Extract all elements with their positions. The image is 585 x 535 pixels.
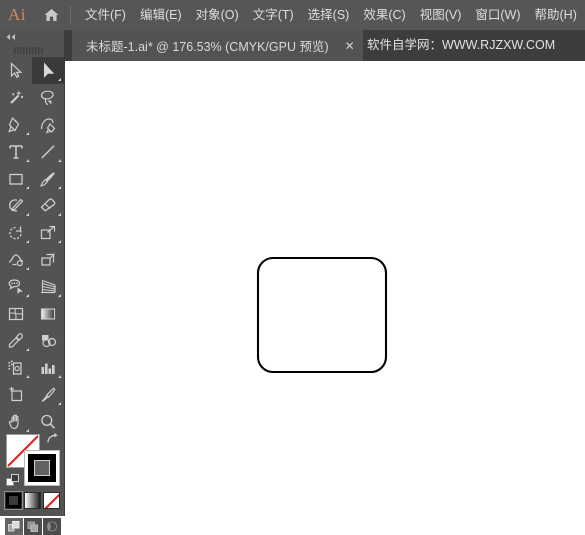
draw-normal-mode[interactable] [5, 518, 23, 535]
tool-flyout-indicator [58, 294, 61, 297]
menu-divider [70, 6, 71, 24]
menu-item-list: 文件(F) 编辑(E) 对象(O) 文字(T) 选择(S) 效果(C) 视图(V… [78, 0, 584, 30]
artboard-canvas[interactable] [65, 61, 585, 516]
tool-flyout-indicator [26, 159, 29, 162]
tool-flyout-indicator [26, 186, 29, 189]
direct-selection-tool[interactable] [32, 57, 64, 84]
tool-flyout-indicator [58, 213, 61, 216]
menu-object[interactable]: 对象(O) [189, 0, 246, 30]
perspective-grid-tool[interactable] [32, 273, 64, 300]
tool-flyout-indicator [26, 375, 29, 378]
tool-flyout-indicator [58, 240, 61, 243]
tool-flyout-indicator [58, 159, 61, 162]
curvature-tool[interactable] [32, 111, 64, 138]
color-controls [0, 402, 64, 535]
tool-flyout-indicator [58, 186, 61, 189]
shape-builder-tool[interactable] [0, 273, 32, 300]
menu-file[interactable]: 文件(F) [78, 0, 133, 30]
watermark-text: 软件自学网：WWW.RJZXW.COM [367, 38, 556, 52]
type-tool[interactable] [0, 138, 32, 165]
swap-fill-stroke-icon[interactable] [45, 432, 59, 451]
width-tool[interactable] [0, 246, 32, 273]
menu-type[interactable]: 文字(T) [246, 0, 301, 30]
draw-inside-mode[interactable] [43, 518, 61, 535]
home-icon[interactable] [34, 0, 68, 30]
tool-flyout-indicator [26, 267, 29, 270]
menu-window[interactable]: 窗口(W) [468, 0, 527, 30]
magic-wand-tool[interactable] [0, 84, 32, 111]
draw-behind-mode[interactable] [24, 518, 42, 535]
color-mode-none[interactable] [43, 492, 60, 509]
shaper-tool[interactable] [0, 192, 32, 219]
eraser-tool[interactable] [32, 192, 64, 219]
selection-tool[interactable] [0, 57, 32, 84]
tool-flyout-indicator [58, 78, 61, 81]
stroke-swatch[interactable] [24, 450, 60, 486]
stroke-swatch-ring [28, 454, 56, 482]
shopping-bag-drawing[interactable] [65, 61, 585, 516]
eyedropper-tool[interactable] [0, 327, 32, 354]
column-graph-tool[interactable] [32, 354, 64, 381]
lasso-tool[interactable] [32, 84, 64, 111]
tool-flyout-indicator [26, 294, 29, 297]
tool-flyout-indicator [26, 213, 29, 216]
illustrator-window: Ai 文件(F) 编辑(E) 对象(O) 文字(T) 选择(S) 效果(C) 视… [0, 0, 585, 535]
mesh-tool[interactable] [0, 300, 32, 327]
color-mode-row [4, 491, 60, 510]
menu-select[interactable]: 选择(S) [301, 0, 357, 30]
free-transform-tool[interactable] [32, 246, 64, 273]
menu-view[interactable]: 视图(V) [413, 0, 469, 30]
tool-flyout-indicator [26, 348, 29, 351]
tool-flyout-indicator [58, 375, 61, 378]
tool-flyout-indicator [26, 132, 29, 135]
gradient-tool[interactable] [32, 300, 64, 327]
default-fill-stroke-icon[interactable] [6, 474, 21, 494]
rectangle-tool[interactable] [0, 165, 32, 192]
rotate-tool[interactable] [0, 219, 32, 246]
pen-tool[interactable] [0, 111, 32, 138]
tools-panel [0, 30, 65, 535]
panel-drag-grip[interactable] [0, 44, 64, 56]
document-tab-bar: 未标题-1.ai* @ 176.53% (CMYK/GPU 预览) ✕ 软件自学… [0, 30, 585, 61]
document-tab-label: 未标题-1.ai* @ 176.53% (CMYK/GPU 预览) [86, 40, 329, 54]
draw-mode-row [5, 518, 61, 535]
tool-flyout-indicator [26, 240, 29, 243]
blend-tool[interactable] [32, 327, 64, 354]
live-paint-bucket-tool[interactable] [0, 354, 32, 381]
stroke-swatch-center [34, 460, 50, 476]
app-logo: Ai [8, 5, 26, 24]
menu-help[interactable]: 帮助(H) [528, 0, 584, 30]
document-tab[interactable]: 未标题-1.ai* @ 176.53% (CMYK/GPU 预览) ✕ [72, 30, 363, 61]
menu-effect[interactable]: 效果(C) [356, 0, 412, 30]
bag-body-rect [256, 256, 388, 374]
close-icon[interactable]: ✕ [337, 30, 363, 61]
line-segment-tool[interactable] [32, 138, 64, 165]
color-mode-solid[interactable] [4, 491, 23, 510]
scale-tool[interactable] [32, 219, 64, 246]
color-mode-gradient[interactable] [24, 492, 41, 509]
paintbrush-tool[interactable] [32, 165, 64, 192]
menu-bar: Ai 文件(F) 编辑(E) 对象(O) 文字(T) 选择(S) 效果(C) 视… [0, 0, 585, 30]
menu-edit[interactable]: 编辑(E) [133, 0, 189, 30]
tool-grid [0, 57, 64, 435]
panel-collapse-button[interactable] [0, 30, 64, 44]
